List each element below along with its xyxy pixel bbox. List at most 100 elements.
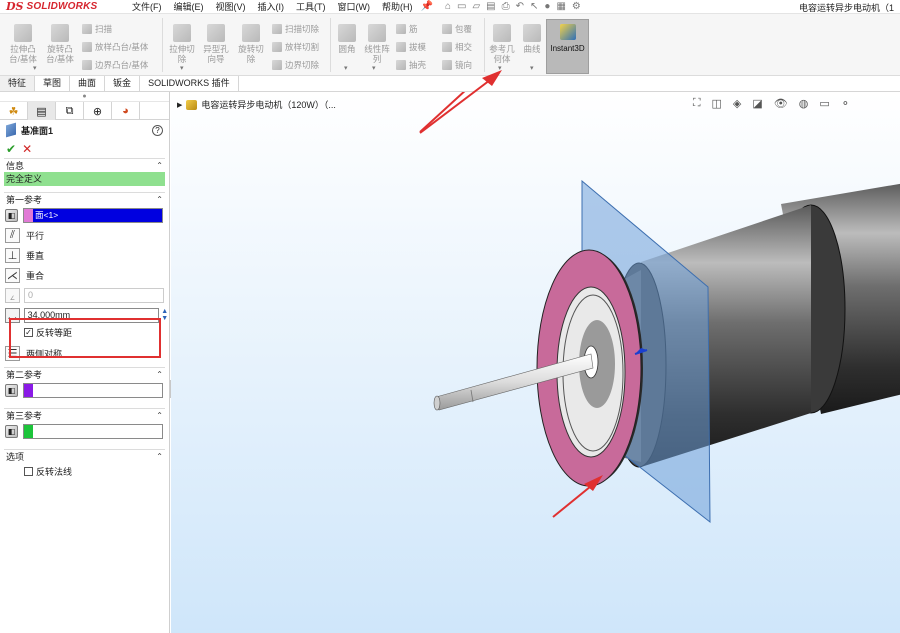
extrude-boss-button[interactable]: 拉伸凸 台/基体 (6, 24, 40, 64)
extrude-boss-icon (14, 24, 32, 42)
revolve-boss-button[interactable]: 旋转凸 台/基体 (42, 24, 78, 64)
panel-collapse-handle[interactable]: ● (0, 92, 169, 102)
menu-view[interactable]: 视图(V) (210, 0, 252, 13)
linear-pattern-button[interactable]: 线性阵 列 (362, 24, 392, 64)
scene-icon[interactable]: ▭ (819, 97, 829, 110)
tab-addins[interactable]: SOLIDWORKS 插件 (140, 76, 239, 91)
solidworks-wordmark: SOLIDWORKS (26, 1, 98, 12)
property-manager-tab[interactable]: ▤ (28, 102, 56, 120)
third-reference-field[interactable] (23, 423, 163, 439)
display-manager-tab[interactable]: ◕ (112, 102, 140, 120)
section-view-icon[interactable]: ◫ (712, 97, 722, 110)
lofted-cut-button[interactable]: 放样切割 (272, 40, 319, 54)
third-reference-header[interactable]: 第三参考 ⌃ (4, 408, 165, 421)
face-select-icon: ◧ (5, 208, 18, 222)
menu-window[interactable]: 窗口(W) (332, 0, 377, 13)
boundary-cut-button[interactable]: 边界切除 (272, 58, 319, 72)
select-icon[interactable]: ↖ (530, 1, 538, 12)
flip-normal-option[interactable]: 反转法线 (0, 464, 169, 478)
shell-button[interactable]: 抽壳 (396, 58, 426, 72)
wrap-button[interactable]: 包覆 (442, 22, 472, 36)
cancel-x-icon[interactable]: ✕ (22, 142, 32, 156)
perpendicular-option[interactable]: ⊥ 垂直 (0, 245, 169, 265)
extrude-cut-button[interactable]: 拉伸切 除 (166, 24, 198, 64)
display-style-icon[interactable]: ◪ (752, 97, 762, 110)
angle-input[interactable]: 0 (24, 287, 164, 303)
hole-wizard-button[interactable]: 异型孔 向导 (200, 24, 232, 64)
face-select-icon: ◧ (5, 383, 18, 397)
first-reference-header[interactable]: 第一参考 ⌃ (4, 192, 165, 205)
coincident-option[interactable]: ⋌ 重合 (0, 265, 169, 285)
flip-normal-checkbox[interactable] (24, 466, 33, 476)
help-icon[interactable]: ? (152, 124, 163, 136)
curves-button[interactable]: 曲线 (520, 24, 544, 54)
parallel-option[interactable]: ⫽ 平行 (0, 225, 169, 245)
tab-sheet-metal[interactable]: 钣金 (105, 76, 141, 91)
home-icon[interactable]: ⌂ (445, 1, 451, 12)
view-orientation-icon[interactable]: ◈ (733, 97, 741, 110)
part-name: 电容运转异步电动机（120W）（... (201, 100, 336, 110)
ref-geometry-dropdown-icon[interactable]: ▾ (498, 64, 502, 72)
distance-spinner[interactable]: ▲ ▼ (161, 308, 169, 322)
instant3d-button[interactable]: Instant3D (546, 19, 589, 74)
rib-button[interactable]: 筋 (396, 22, 418, 36)
menu-help[interactable]: 帮助(H) (376, 0, 419, 13)
expand-triangle-icon[interactable]: ▶ (177, 101, 182, 109)
curves-dropdown-icon[interactable]: ▾ (530, 64, 534, 72)
revolve-boss-icon (51, 24, 69, 42)
fillet-icon (338, 24, 356, 42)
loft-icon (82, 42, 92, 52)
sweep-button[interactable]: 扫描 (82, 22, 112, 36)
options-section-header[interactable]: 选项 ⌃ (4, 449, 165, 462)
menu-tools[interactable]: 工具(T) (290, 0, 332, 13)
undo-icon[interactable]: ↶ (516, 1, 524, 12)
first-reference-field[interactable]: 面<1> (23, 207, 163, 223)
mirror-icon (442, 60, 452, 70)
second-reference-field[interactable] (23, 382, 163, 398)
open-icon[interactable]: ▱ (472, 1, 480, 12)
fillet-button[interactable]: 圆角 (334, 24, 360, 54)
pattern-dropdown-icon[interactable]: ▾ (372, 64, 376, 72)
zoom-fit-icon[interactable]: ⛶ (693, 97, 701, 110)
intersect-icon (442, 42, 452, 52)
print-icon[interactable]: ⎙ (502, 1, 510, 12)
second-reference-header[interactable]: 第二参考 ⌃ (4, 367, 165, 380)
boundary-boss-button[interactable]: 边界凸台/基体 (82, 58, 148, 72)
tab-sketch[interactable]: 草图 (35, 76, 71, 91)
hide-show-icon[interactable]: 👁 (774, 97, 788, 110)
ok-checkmark-icon[interactable]: ✔ (6, 142, 16, 156)
reference-geometry-button[interactable]: 参考几 何体 (487, 24, 517, 64)
appearance-icon[interactable]: ◍ (799, 97, 809, 110)
menu-edit[interactable]: 编辑(E) (168, 0, 210, 13)
loft-boss-button[interactable]: 放样凸台/基体 (82, 40, 148, 54)
mirror-button[interactable]: 镜向 (442, 58, 472, 72)
save-icon[interactable]: ▤ (486, 1, 495, 12)
configuration-manager-tab[interactable]: ⧉ (56, 102, 84, 120)
menu-insert[interactable]: 插入(I) (252, 0, 291, 13)
view-settings-icon[interactable]: ⚬ (841, 97, 850, 110)
chevron-up-icon: ⌃ (156, 451, 163, 461)
tab-features[interactable]: 特征 (0, 76, 36, 91)
info-section-header[interactable]: 信息 ⌃ (4, 158, 165, 171)
cut-dropdown-icon[interactable]: ▾ (180, 64, 184, 72)
ribbon-separator (330, 18, 331, 72)
intersect-button[interactable]: 相交 (442, 40, 472, 54)
dimxpert-tab[interactable]: ⊕ (84, 102, 112, 120)
fillet-dropdown-icon[interactable]: ▾ (344, 64, 348, 72)
rebuild-icon[interactable]: ● (544, 1, 550, 12)
tab-surfaces[interactable]: 曲面 (70, 76, 106, 91)
draft-button[interactable]: 拔模 (396, 40, 426, 54)
first-reference-row: ◧ 面<1> (0, 205, 169, 225)
menu-file[interactable]: 文件(F) (126, 0, 168, 13)
status-fully-defined: 完全定义 (4, 172, 165, 186)
feature-tree-breadcrumb[interactable]: ▶ 电容运转异步电动机（120W）（... (177, 98, 336, 111)
boss-dropdown-icon[interactable]: ▾ (33, 64, 37, 72)
pin-icon[interactable]: 📌 (421, 1, 433, 12)
swept-cut-button[interactable]: 扫描切除 (272, 22, 319, 36)
new-icon[interactable]: ▭ (457, 1, 466, 12)
graphics-area[interactable]: ▶ 电容运转异步电动机（120W）（... ⛶ ◫ ◈ ◪ 👁 ◍ ▭ ⚬ (171, 92, 900, 633)
feature-manager-tab[interactable]: ☘ (0, 102, 28, 120)
revolve-cut-button[interactable]: 旋转切 除 (234, 24, 268, 64)
file-props-icon[interactable]: ▦ (556, 1, 565, 12)
options-gear-icon[interactable]: ⚙ (572, 1, 581, 12)
